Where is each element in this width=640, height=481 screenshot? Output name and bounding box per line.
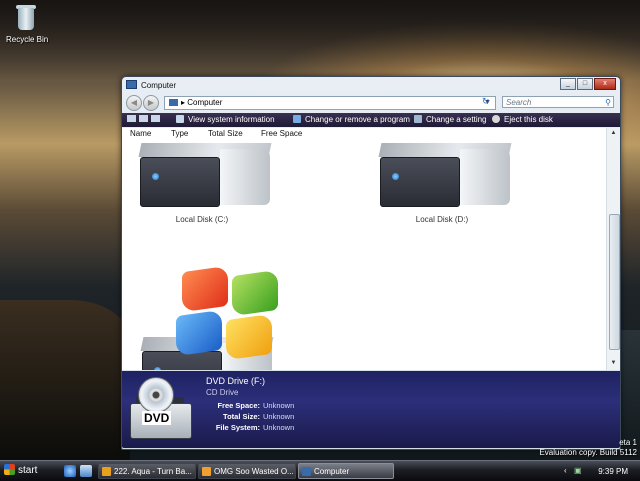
hard-disk-icon	[132, 143, 272, 209]
search-placeholder: Search	[506, 98, 532, 107]
disc-icon	[492, 115, 500, 123]
column-name[interactable]: Name	[130, 129, 151, 138]
scroll-up-icon[interactable]: ▲	[609, 130, 618, 138]
ie-icon[interactable]	[64, 465, 76, 477]
wallpaper-headland	[0, 300, 130, 460]
views-button[interactable]	[127, 115, 167, 125]
cmd-label: Change or remove a program	[305, 115, 410, 124]
show-desktop-icon[interactable]	[80, 465, 92, 477]
details-key: File System:	[215, 423, 260, 432]
windows-logo-icon	[172, 265, 282, 361]
change-remove-program-button[interactable]: Change or remove a program	[293, 115, 410, 124]
taskbar: start 222. Aqua - Turn Ba... OMG Soo Was…	[0, 460, 640, 481]
cmd-label: View system information	[188, 115, 275, 124]
refresh-icon[interactable]: ↻	[482, 96, 490, 107]
view-system-information-button[interactable]: View system information	[176, 115, 275, 124]
tray-expand-icon[interactable]: ‹	[564, 466, 567, 475]
title-bar[interactable]: Computer _ □ x	[122, 77, 620, 93]
minimize-button[interactable]: _	[560, 78, 576, 90]
recycle-bin-label: Recycle Bin	[6, 35, 49, 44]
drive-label: Local Disk (C:)	[175, 215, 229, 224]
details-value: Unknown	[263, 412, 295, 421]
details-pane: DVD DVD Drive (F:) CD Drive Free Space: U…	[122, 371, 620, 448]
cmd-label: Eject this disk	[504, 115, 553, 124]
column-type[interactable]: Type	[171, 129, 188, 138]
details-free-space: Free Space: Unknown	[206, 401, 406, 410]
app-icon	[202, 467, 211, 476]
network-icon[interactable]: ▣	[574, 466, 582, 475]
recycle-bin-icon	[15, 4, 37, 32]
forward-button[interactable]: ▶	[143, 95, 159, 111]
close-button[interactable]: x	[594, 78, 616, 90]
vertical-scrollbar[interactable]: ▲ ▼	[606, 128, 620, 370]
details-value: Unknown	[263, 401, 295, 410]
taskbar-label: 222. Aqua - Turn Ba...	[114, 467, 192, 476]
evaluation-watermark: eta 1 Evaluation copy. Build 5112	[539, 438, 637, 458]
command-bar: View system information Change or remove…	[122, 113, 620, 127]
computer-icon	[302, 467, 311, 476]
computer-icon	[169, 99, 178, 106]
eval-text: Evaluation copy. Build 5112	[539, 448, 637, 457]
column-free-space[interactable]: Free Space	[261, 129, 302, 138]
computer-window: Computer _ □ x ◀ ▶ ▸ Computer ▼ ↻ Search…	[121, 76, 621, 450]
column-total-size[interactable]: Total Size	[208, 129, 243, 138]
dvd-drive-icon: DVD	[130, 377, 192, 439]
drive-label: Local Disk (D:)	[415, 215, 469, 224]
cmd-label: Change a setting	[426, 115, 487, 124]
scroll-thumb[interactable]	[609, 214, 620, 350]
settings-icon	[414, 115, 422, 123]
details-total-size: Total Size: Unknown	[206, 412, 406, 421]
taskbar-label: Computer	[314, 467, 350, 476]
start-button[interactable]: start	[2, 463, 54, 479]
address-row: ◀ ▶ ▸ Computer ▼ ↻ Search ⚲	[122, 94, 620, 112]
maximize-button[interactable]: □	[577, 78, 593, 90]
taskbar-button-computer[interactable]: Computer	[298, 463, 394, 479]
drive-item-c[interactable]: Local Disk (C:)	[132, 143, 272, 224]
recycle-bin-desktop-icon[interactable]: Recycle Bin	[6, 4, 49, 44]
details-key: Total Size:	[223, 412, 260, 421]
wallpaper-clouds	[0, 0, 640, 80]
details-file-system: File System: Unknown	[206, 423, 406, 432]
file-list: Local Disk (C:) Local Disk (D:)	[122, 139, 606, 370]
drive-item-d[interactable]: Local Disk (D:)	[372, 143, 512, 224]
programs-icon	[293, 115, 301, 123]
taskbar-button-omg[interactable]: OMG Soo Wasted O...	[198, 463, 296, 479]
hard-disk-icon	[372, 143, 512, 209]
start-label: start	[18, 465, 38, 476]
details-key: Free Space:	[217, 401, 260, 410]
change-setting-button[interactable]: Change a setting	[414, 115, 487, 124]
taskbar-label: OMG Soo Wasted O...	[214, 467, 294, 476]
eject-disk-button[interactable]: Eject this disk	[492, 115, 553, 124]
system-info-icon	[176, 115, 184, 123]
details-value: Unknown	[263, 423, 295, 432]
search-input[interactable]: Search ⚲	[502, 96, 614, 108]
windows-flag-icon	[4, 464, 15, 475]
taskbar-button-aqua[interactable]: 222. Aqua - Turn Ba...	[98, 463, 196, 479]
address-path: Computer	[187, 98, 223, 107]
address-bar[interactable]: ▸ Computer ▼	[164, 96, 496, 110]
back-button[interactable]: ◀	[126, 95, 142, 111]
scroll-down-icon[interactable]: ▼	[609, 360, 618, 368]
beta-text: eta 1	[619, 438, 637, 447]
dvd-icon-text: DVD	[142, 411, 172, 425]
details-type: CD Drive	[206, 388, 239, 397]
search-icon[interactable]: ⚲	[605, 97, 611, 109]
details-title: DVD Drive (F:)	[206, 376, 265, 386]
app-icon	[102, 467, 111, 476]
clock[interactable]: 9:39 PM	[598, 467, 628, 476]
window-title: Computer	[126, 80, 176, 90]
